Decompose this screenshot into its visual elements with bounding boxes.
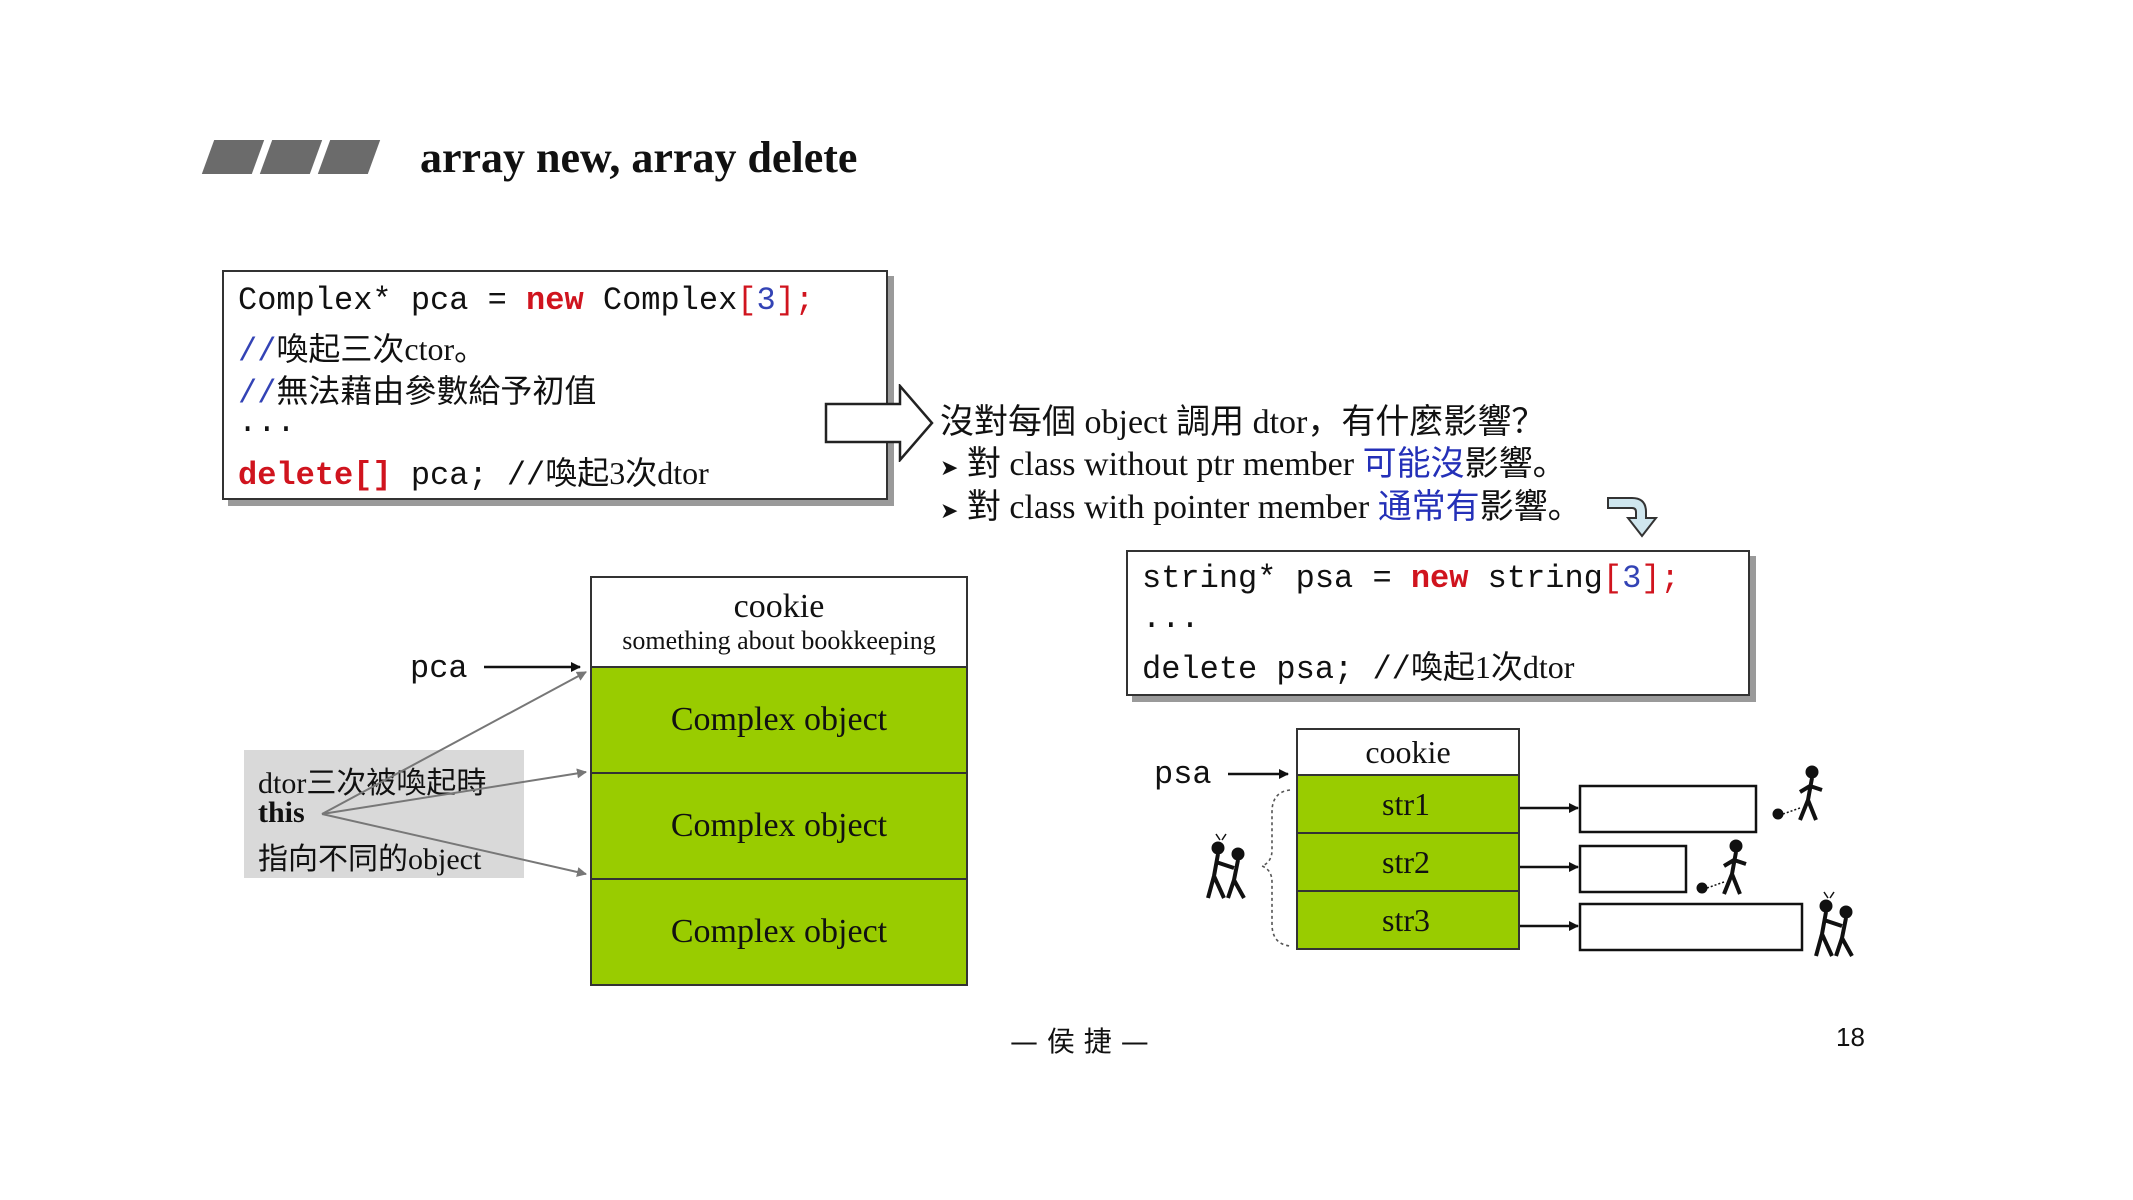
heap-block-2 (1578, 844, 1688, 894)
str2-cell: str2 (1296, 832, 1520, 892)
figure-icon-2 (1696, 839, 1747, 895)
figure-icon-4 (1206, 833, 1246, 899)
figure-icon-1 (1772, 765, 1823, 821)
figure-icon-3 (1814, 891, 1854, 957)
str3-cell: str3 (1296, 890, 1520, 950)
this-arrow-3 (321, 813, 587, 877)
page-number: 18 (1836, 1022, 1865, 1052)
right-cookie-box: cookie (1296, 728, 1520, 776)
psa-label: psa (1154, 756, 1212, 793)
heap-block-3 (1578, 902, 1804, 952)
heap-block-1 (1578, 784, 1758, 834)
footer-author: — 侯 捷 — (1010, 1025, 1149, 1058)
psa-bracket (1259, 789, 1291, 947)
str1-cell: str1 (1296, 774, 1520, 834)
